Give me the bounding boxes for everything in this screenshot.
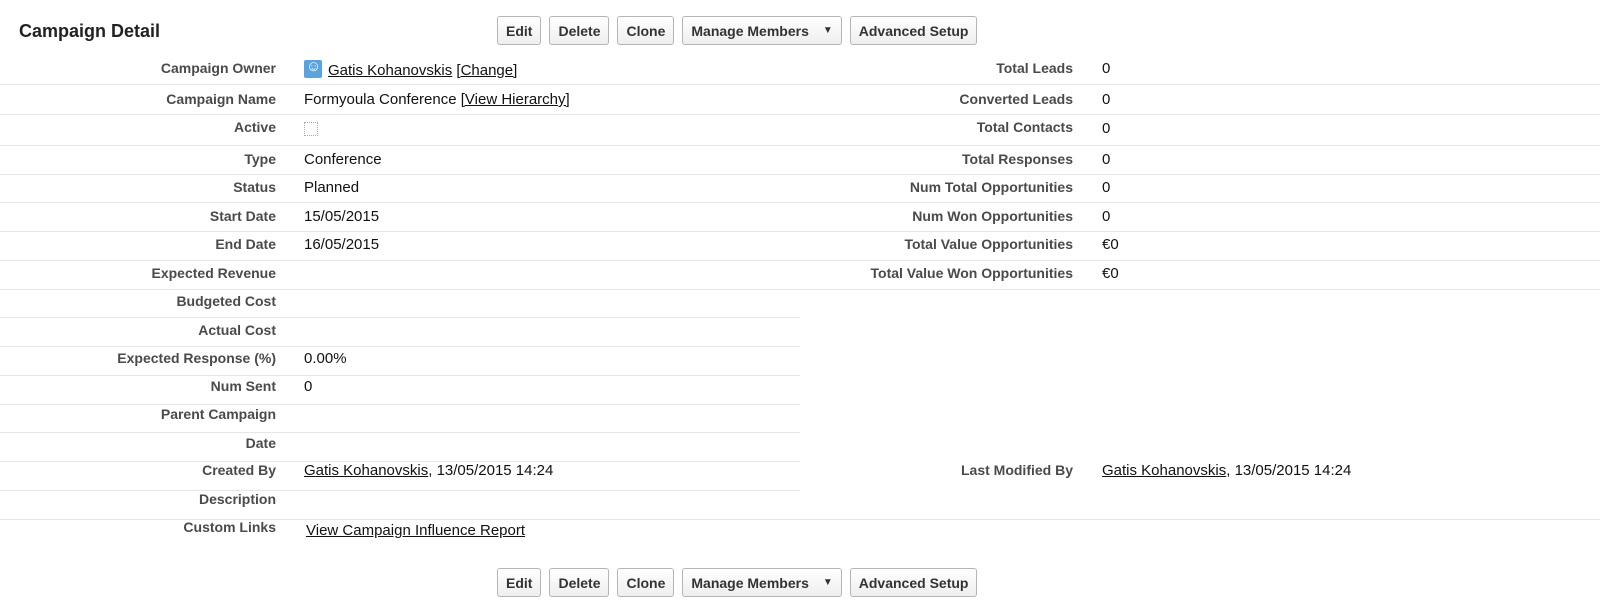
active-label: Active bbox=[233, 119, 276, 135]
row-divider bbox=[0, 346, 800, 347]
row-divider bbox=[0, 260, 1600, 261]
page-title: Campaign Detail bbox=[19, 21, 161, 41]
actual-cost-label: Actual Cost bbox=[198, 322, 276, 338]
expected-revenue-label: Expected Revenue bbox=[151, 265, 277, 281]
row-divider bbox=[0, 114, 1600, 115]
total-value-won-opportunities-value: €0 bbox=[1102, 265, 1119, 282]
created-by-timestamp: , 13/05/2015 14:24 bbox=[428, 462, 554, 479]
type-label: Type bbox=[244, 151, 276, 167]
clone-button[interactable]: Clone bbox=[617, 16, 675, 45]
last-modified-by-value: Gatis Kohanovskis, 13/05/2015 14:24 bbox=[1102, 462, 1351, 479]
end-date-value: 16/05/2015 bbox=[304, 236, 380, 253]
campaign-owner-label: Campaign Owner bbox=[160, 60, 276, 76]
total-value-opportunities-label: Total Value Opportunities bbox=[904, 236, 1073, 252]
row-divider bbox=[0, 202, 1600, 203]
num-total-opportunities-label: Num Total Opportunities bbox=[909, 179, 1073, 195]
advanced-setup-button[interactable]: Advanced Setup bbox=[849, 16, 978, 45]
num-won-opportunities-value: 0 bbox=[1102, 208, 1111, 225]
delete-button[interactable]: Delete bbox=[549, 16, 610, 45]
manage-members-button[interactable]: Manage Members ▼ bbox=[682, 16, 842, 45]
num-sent-value: 0 bbox=[304, 378, 313, 395]
campaign-influence-report-link[interactable]: View Campaign Influence Report bbox=[306, 522, 525, 539]
advanced-setup-button[interactable]: Advanced Setup bbox=[849, 568, 978, 597]
edit-button[interactable]: Edit bbox=[497, 568, 542, 597]
last-modified-by-user-link[interactable]: Gatis Kohanovskis bbox=[1102, 462, 1226, 479]
manage-members-label: Manage Members bbox=[691, 22, 809, 39]
caret-down-icon: ▼ bbox=[822, 25, 833, 36]
total-value-won-opportunities-label: Total Value Won Opportunities bbox=[870, 265, 1074, 281]
expected-response-label: Expected Response (%) bbox=[117, 350, 276, 366]
start-date-value: 15/05/2015 bbox=[304, 208, 380, 225]
user-avatar-icon bbox=[304, 58, 322, 78]
active-checkbox bbox=[304, 122, 318, 136]
last-modified-by-timestamp: , 13/05/2015 14:24 bbox=[1226, 462, 1352, 479]
manage-members-label: Manage Members bbox=[691, 574, 809, 591]
custom-links-label: Custom Links bbox=[183, 519, 276, 535]
view-hierarchy-link[interactable]: [View Hierarchy] bbox=[461, 91, 570, 108]
row-divider bbox=[0, 404, 800, 405]
parent-campaign-label: Parent Campaign bbox=[160, 406, 276, 422]
row-divider bbox=[0, 317, 800, 318]
num-won-opportunities-label: Num Won Opportunities bbox=[912, 208, 1073, 224]
custom-links-value: View Campaign Influence Report bbox=[306, 522, 525, 539]
total-leads-value: 0 bbox=[1102, 60, 1111, 77]
budgeted-cost-label: Budgeted Cost bbox=[176, 293, 276, 309]
total-contacts-label: Total Contacts bbox=[976, 119, 1073, 135]
edit-button[interactable]: Edit bbox=[497, 16, 542, 45]
created-by-value: Gatis Kohanovskis, 13/05/2015 14:24 bbox=[304, 462, 553, 479]
manage-members-button[interactable]: Manage Members ▼ bbox=[682, 568, 842, 597]
top-button-bar: Edit Delete Clone Manage Members ▼ Advan… bbox=[497, 16, 978, 45]
row-divider bbox=[0, 289, 1600, 290]
campaign-owner-value: Gatis Kohanovskis [Change] bbox=[304, 58, 517, 79]
campaign-name-text: Formyoula Conference bbox=[304, 91, 457, 108]
row-divider bbox=[0, 231, 1600, 232]
caret-down-icon: ▼ bbox=[822, 577, 833, 588]
last-modified-by-label: Last Modified By bbox=[960, 462, 1073, 478]
delete-button[interactable]: Delete bbox=[549, 568, 610, 597]
end-date-label: End Date bbox=[215, 236, 276, 252]
created-by-user-link[interactable]: Gatis Kohanovskis bbox=[304, 462, 428, 479]
num-total-opportunities-value: 0 bbox=[1102, 179, 1111, 196]
campaign-name-label: Campaign Name bbox=[166, 91, 276, 107]
total-responses-label: Total Responses bbox=[962, 151, 1073, 167]
type-value: Conference bbox=[304, 151, 382, 168]
status-label: Status bbox=[233, 179, 276, 195]
status-value: Planned bbox=[304, 179, 360, 196]
row-divider bbox=[0, 174, 1600, 175]
campaign-owner-link[interactable]: Gatis Kohanovskis bbox=[328, 62, 452, 79]
total-leads-label: Total Leads bbox=[996, 60, 1073, 76]
num-sent-label: Num Sent bbox=[210, 378, 276, 394]
date-label: Date bbox=[245, 435, 276, 451]
clone-button[interactable]: Clone bbox=[617, 568, 675, 597]
expected-response-value: 0.00% bbox=[304, 350, 347, 367]
total-value-opportunities-value: €0 bbox=[1102, 236, 1119, 253]
row-divider bbox=[0, 145, 1600, 146]
converted-leads-value: 0 bbox=[1102, 91, 1111, 108]
row-divider bbox=[0, 432, 800, 433]
description-label: Description bbox=[198, 491, 276, 507]
total-contacts-value: 0 bbox=[1102, 120, 1111, 137]
converted-leads-label: Converted Leads bbox=[959, 91, 1073, 107]
created-by-label: Created By bbox=[202, 462, 276, 478]
row-divider bbox=[0, 84, 1600, 85]
bottom-button-bar: Edit Delete Clone Manage Members ▼ Advan… bbox=[497, 568, 978, 597]
row-divider bbox=[0, 375, 800, 376]
row-divider bbox=[0, 490, 800, 491]
total-responses-value: 0 bbox=[1102, 151, 1111, 168]
start-date-label: Start Date bbox=[209, 208, 276, 224]
active-value bbox=[304, 121, 318, 138]
campaign-name-value: Formyoula Conference [View Hierarchy] bbox=[304, 91, 570, 108]
change-owner-link[interactable]: [Change] bbox=[456, 62, 517, 79]
